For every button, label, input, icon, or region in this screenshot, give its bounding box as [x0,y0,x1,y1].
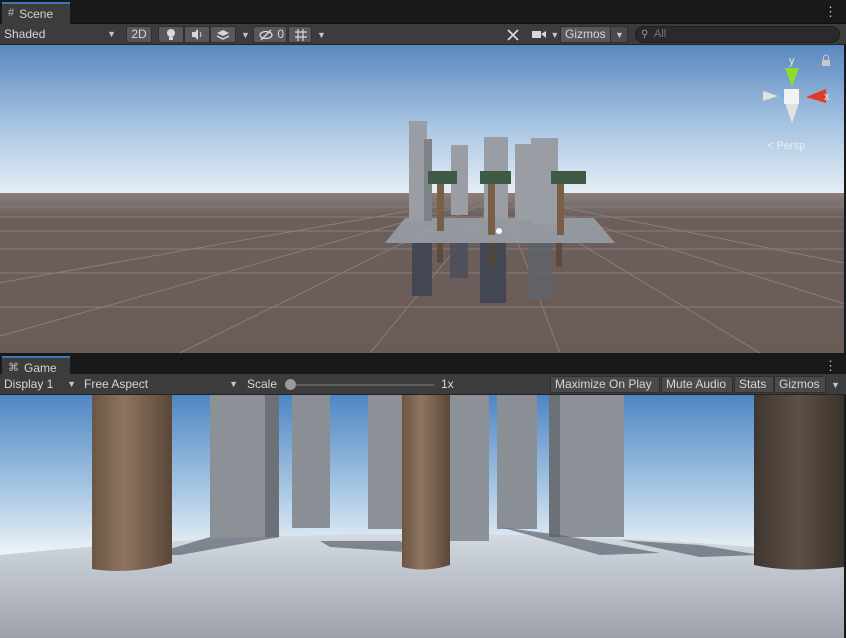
mute-audio-toggle[interactable]: Mute Audio [661,376,733,393]
scene-search-placeholder: All [654,28,667,40]
effects-dropdown[interactable]: ▼ [236,26,252,43]
shading-mode-label: Shaded [4,27,46,41]
scale-slider-thumb[interactable] [285,379,296,390]
hidden-count: 0 [277,27,285,41]
scale-slider-track[interactable] [290,384,434,386]
projection-label[interactable]: < Persp [767,140,805,152]
gamepad-icon: ⌘ [8,362,19,374]
scene-render: y x < Persp [0,45,844,353]
effects-toggle[interactable] [210,26,236,43]
game-gizmos-toggle[interactable]: Gizmos [774,376,826,393]
game-toolbar: Display 1 ▼ Free Aspect ▼ Scale 1x Maxim… [0,374,846,395]
toggle-2d-button[interactable]: 2D [126,26,152,43]
scale-label: Scale [247,377,278,391]
display-label: Display 1 [4,377,54,391]
selected-object-icon [496,228,502,234]
maximize-on-play-toggle[interactable]: Maximize On Play [550,376,660,393]
gizmos-dropdown[interactable]: ▼ [610,26,628,43]
scene-viewport[interactable]: y x < Persp [0,45,844,353]
chevron-down-icon: ▼ [241,30,250,40]
chevron-down-icon: ▼ [107,29,116,39]
grid-toggle[interactable] [288,26,312,43]
grid-snap-icon [295,29,307,41]
chevron-down-icon: ▼ [831,380,840,390]
gizmo-y-label: y [789,55,795,67]
camera-settings-button[interactable]: ▼ [526,26,560,43]
aspect-dropdown[interactable]: Free Aspect ▼ [84,376,240,393]
scene-visibility-toggle[interactable]: 0 [253,26,287,43]
scale-value: 1x [441,377,454,391]
audio-toggle[interactable] [184,26,210,43]
game-gizmos-dropdown[interactable]: ▼ [826,376,842,393]
grid-icon: # [8,7,15,19]
chevron-down-icon: ▼ [229,379,238,389]
gizmo-x-label: x [824,91,830,103]
gizmos-label: Gizmos [565,27,606,41]
scene-search-input[interactable]: ⚲ All [635,26,840,43]
shading-mode-dropdown[interactable]: Shaded ▼ [4,26,118,43]
game-render [0,395,844,638]
search-icon: ⚲ [641,29,649,40]
lightbulb-icon [167,29,175,40]
grid-dropdown[interactable]: ▼ [312,26,328,43]
scene-tab-bar: # Scene ⋮ [0,0,846,24]
camera-icon [532,31,546,38]
chevron-down-icon: ▼ [67,379,76,389]
speaker-icon [192,29,202,40]
aspect-label: Free Aspect [84,377,149,391]
chevron-down-icon: ▼ [550,30,560,40]
lighting-toggle[interactable] [158,26,184,43]
game-menu-icon[interactable]: ⋮ [824,358,837,374]
tab-scene[interactable]: # Scene [2,2,70,24]
layers-icon [216,30,230,40]
scene-menu-icon[interactable]: ⋮ [824,4,837,20]
scene-toolbar: Shaded ▼ 2D ▼ 0 ▼ ▼ Gizmos ▼ ⚲ All [0,24,846,45]
eye-hidden-icon [259,29,273,41]
chevron-down-icon: ▼ [317,30,326,40]
tools-button[interactable] [500,26,522,43]
tab-game-label: Game [24,361,57,375]
tab-scene-label: Scene [19,7,54,21]
tools-icon [507,29,519,41]
stats-toggle[interactable]: Stats [734,376,774,393]
chevron-down-icon: ▼ [615,30,624,40]
display-dropdown[interactable]: Display 1 ▼ [4,376,78,393]
game-viewport[interactable] [0,395,844,638]
